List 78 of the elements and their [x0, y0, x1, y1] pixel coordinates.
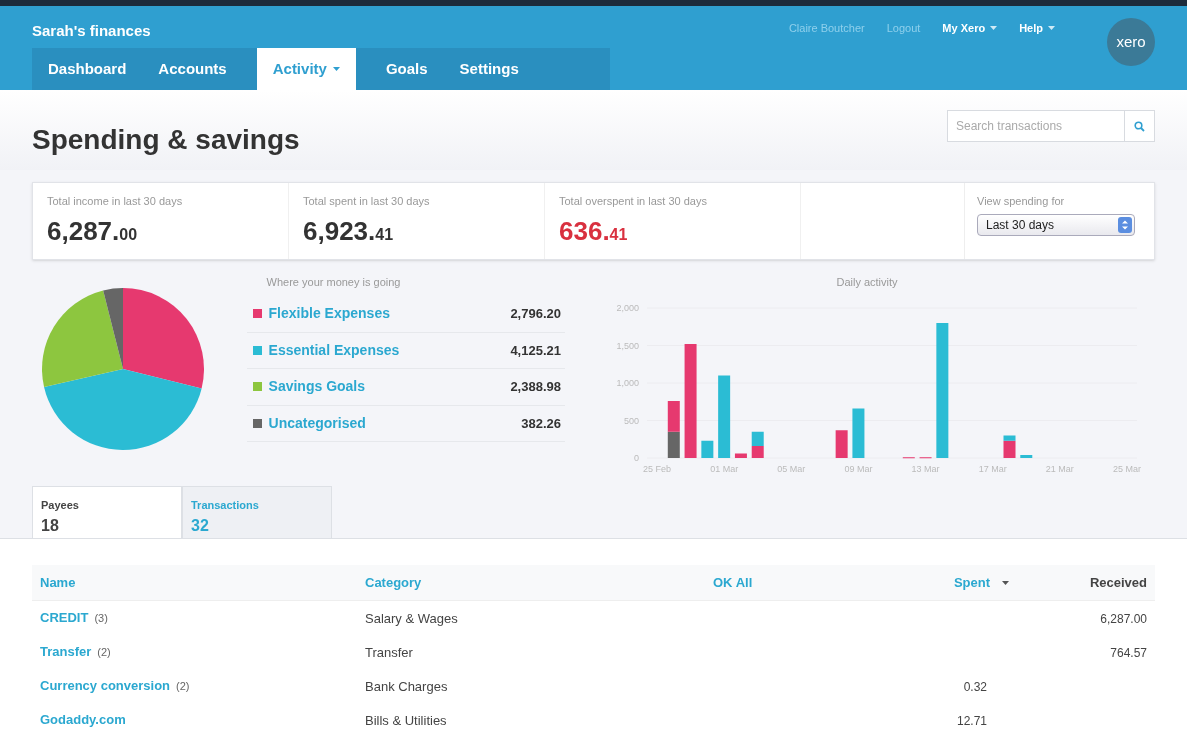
- nav-tab[interactable]: Goals: [369, 48, 444, 90]
- category-amount: 4,125.21: [510, 341, 561, 360]
- header-link[interactable]: My Xero: [942, 20, 998, 37]
- ok-all-button[interactable]: OK All: [705, 572, 761, 593]
- breakdown-title: Where your money is going: [265, 275, 402, 290]
- sort-header[interactable]: Spent: [953, 572, 1009, 593]
- category-text: Bills & Utilities: [365, 713, 447, 728]
- payee-count: (2): [176, 678, 190, 694]
- bar: [1020, 455, 1033, 458]
- category-amount: 382.26: [521, 414, 561, 433]
- summary-label: Total overspent in last 30 days: [559, 194, 708, 209]
- caret-icon: [990, 26, 998, 31]
- search-field[interactable]: Search transactions: [947, 110, 1125, 142]
- bar: [667, 431, 680, 458]
- list-tab[interactable]: Payees 18: [32, 486, 182, 538]
- x-tick-label: 13 Mar: [911, 464, 940, 474]
- bar: [852, 408, 865, 458]
- category-amount: 2,388.98: [510, 378, 561, 396]
- category-text: Transfer: [365, 645, 413, 660]
- spent-amount: 12.71: [956, 714, 987, 728]
- category-text: Salary & Wages: [365, 611, 458, 626]
- spent-amount: 0.32: [963, 680, 987, 694]
- bar: [751, 446, 764, 458]
- caret-icon: [1002, 580, 1009, 585]
- bar: [701, 440, 714, 458]
- payee-count: (2): [97, 644, 111, 660]
- y-tick-label: 500: [623, 415, 639, 426]
- column-header: Received: [1089, 573, 1147, 592]
- period-label: View spending for: [977, 194, 1066, 209]
- payee-link[interactable]: CREDIT: [40, 608, 89, 628]
- bar: [734, 453, 747, 458]
- x-tick-label: 17 Mar: [978, 464, 1007, 474]
- category-link[interactable]: Uncategorised: [268, 412, 522, 434]
- y-tick-label: 2,000: [616, 303, 639, 313]
- search-button[interactable]: [1125, 110, 1155, 142]
- search-icon: [1134, 120, 1145, 132]
- list-tab[interactable]: Transactions 32: [182, 486, 332, 538]
- column-header[interactable]: Category: [365, 572, 422, 593]
- summary-amount: 6,287.00: [47, 214, 139, 248]
- user-name[interactable]: Claire Boutcher: [788, 20, 865, 37]
- nav-tab[interactable]: Settings: [443, 48, 535, 90]
- nav-tab[interactable]: Accounts: [142, 48, 243, 90]
- nav-tab[interactable]: Activity: [256, 48, 356, 90]
- bar: [667, 401, 680, 432]
- caret-icon: [1048, 26, 1055, 31]
- app-title: Sarah's finances: [32, 21, 152, 41]
- payee-link[interactable]: Currency conversion: [40, 676, 171, 696]
- header-link[interactable]: Logout: [886, 20, 921, 37]
- received-amount: 6,287.00: [1100, 612, 1147, 626]
- column-header[interactable]: Name: [40, 572, 76, 593]
- y-tick-label: 1,500: [616, 340, 639, 351]
- chart-title: Daily activity: [836, 275, 898, 288]
- y-tick-label: 1,000: [616, 378, 639, 388]
- nav-tab[interactable]: Dashboard: [32, 48, 143, 90]
- received-amount: 764.57: [1110, 646, 1147, 660]
- period-select[interactable]: Last 30 days: [977, 213, 1135, 236]
- x-tick-label: 09 Mar: [844, 464, 873, 474]
- x-tick-label: 05 Mar: [777, 464, 806, 474]
- bar: [835, 430, 848, 458]
- category-text: Bank Charges: [365, 679, 448, 694]
- payee-link[interactable]: Transfer: [40, 642, 92, 662]
- stepper-icon: [1118, 216, 1132, 233]
- summary-amount: 6,923.41: [303, 214, 395, 248]
- logo[interactable]: xero: [1107, 18, 1155, 66]
- summary-label: Total income in last 30 days: [47, 194, 184, 209]
- header-link[interactable]: Help: [1019, 20, 1055, 37]
- category-link[interactable]: Essential Expenses: [268, 339, 511, 361]
- page-title: Spending & savings: [32, 123, 300, 157]
- summary-amount: 636.41: [559, 214, 629, 248]
- bar: [751, 431, 764, 446]
- payee-link[interactable]: Godaddy.com: [40, 710, 126, 730]
- summary-label: Total spent in last 30 days: [303, 194, 431, 209]
- category-amount: 2,796.20: [510, 305, 561, 323]
- payee-count: (3): [94, 610, 108, 626]
- x-tick-label: 25 Mar: [1113, 464, 1141, 474]
- category-link[interactable]: Savings Goals: [268, 376, 511, 398]
- category-link[interactable]: Flexible Expenses: [268, 303, 511, 325]
- x-tick-label: 21 Mar: [1045, 464, 1074, 474]
